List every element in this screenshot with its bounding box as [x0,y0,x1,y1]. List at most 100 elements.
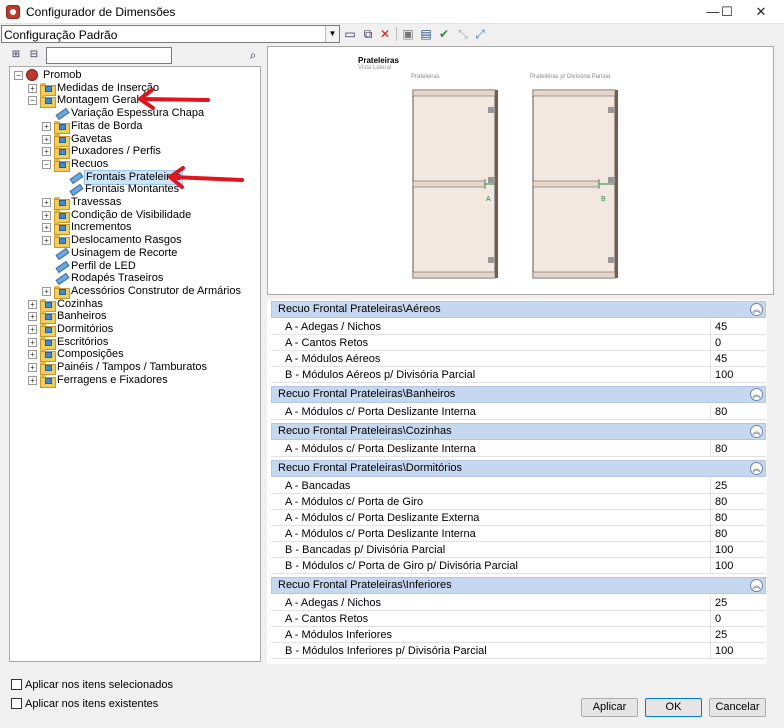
expand-node-icon[interactable]: + [42,121,51,131]
expand-node-icon[interactable]: + [28,83,37,93]
tree-node[interactable]: Rodapés Traseiros [10,272,260,285]
property-value[interactable]: 100 [715,558,733,574]
expand-node-icon[interactable]: + [42,223,51,233]
property-row[interactable]: B - Módulos Aéreos p/ Divisória Parcial 1… [271,367,766,383]
expand-node-icon[interactable]: + [28,299,37,309]
collapse-group-icon[interactable]: ︽ [750,462,763,475]
collapse-all-icon[interactable]: ⤡ [456,27,470,41]
property-group-header[interactable]: Recuo Frontal Prateleiras\Dormitórios ︽ [271,460,766,477]
property-row[interactable]: B - Módulos Inferiores p/ Divisória Parc… [271,643,766,659]
tree-node[interactable]: + Gavetas [10,133,260,147]
property-row[interactable]: A - Módulos Inferiores 25 [271,627,766,643]
expand-node-icon[interactable]: + [42,198,51,207]
checkbox-box[interactable] [11,679,22,690]
tree-node[interactable]: + Deslocamento Rasgos [10,234,260,249]
property-group-header[interactable]: Recuo Frontal Prateleiras\Banheiros ︽ [271,386,766,403]
property-row[interactable]: A - Bancadas 25 [271,478,766,494]
collapse-group-icon[interactable]: ︽ [750,425,763,438]
property-value[interactable]: 100 [715,542,733,558]
property-row[interactable]: A - Módulos c/ Porta Deslizante Interna 8… [271,526,766,542]
tree-node[interactable]: + Ferragens e Fixadores [10,374,260,388]
property-value[interactable]: 25 [715,478,727,494]
checkbox-box[interactable] [11,698,22,709]
property-value[interactable]: 0 [715,335,721,351]
property-value[interactable]: 45 [715,351,727,367]
property-value[interactable]: 80 [715,494,727,510]
tree-node[interactable]: + Dormitórios [10,323,260,337]
collapse-group-icon[interactable]: ︽ [750,303,763,316]
property-value[interactable]: 80 [715,441,727,457]
expand-node-icon[interactable]: + [28,363,37,373]
property-value[interactable]: 100 [715,367,733,383]
tree-node[interactable]: + Incrementos [10,221,260,236]
property-value[interactable]: 80 [715,526,727,542]
tree-node[interactable]: − Promob [10,69,260,82]
property-row[interactable]: A - Adegas / Nichos 45 [271,319,766,335]
property-row[interactable]: B - Bancadas p/ Divisória Parcial 100 [271,542,766,558]
config-combobox[interactable]: Configuração Padrão ▼ [1,25,340,43]
property-row[interactable]: A - Módulos c/ Porta de Giro 80 [271,494,766,510]
property-value[interactable]: 80 [715,404,727,420]
collapse-group-icon[interactable]: ︽ [750,579,763,592]
ok-button[interactable]: OK [645,698,702,717]
binoculars-icon[interactable]: ⌕ [246,48,260,62]
property-value[interactable]: 80 [715,510,727,526]
collapse-node-icon[interactable]: − [14,71,23,80]
property-row[interactable]: A - Módulos c/ Porta Deslizante Interna 8… [271,404,766,420]
property-row[interactable]: A - Módulos Aéreos 45 [271,351,766,367]
collapse-group-icon[interactable]: ︽ [750,388,763,401]
apply-selected-checkbox[interactable]: Aplicar nos itens selecionados [11,678,211,692]
expand-node-icon[interactable]: + [28,325,37,334]
property-value[interactable]: 45 [715,319,727,335]
property-group-header[interactable]: Recuo Frontal Prateleiras\Cozinhas ︽ [271,423,766,440]
property-value[interactable]: 25 [715,595,727,611]
property-value[interactable]: 100 [715,643,733,659]
property-row[interactable]: A - Módulos c/ Porta Deslizante Interna 8… [271,441,766,457]
tree-node[interactable]: + Fitas de Borda [10,120,260,134]
expand-node-icon[interactable]: + [42,147,51,157]
apply-existing-checkbox[interactable]: Aplicar nos itens existentes [11,697,211,711]
expand-node-icon[interactable]: + [28,312,37,322]
expand-node-icon[interactable]: + [42,210,51,220]
delete-icon[interactable]: ✕ [378,27,392,41]
collapse-node-icon[interactable]: − [28,96,37,106]
property-value[interactable]: 25 [715,627,727,643]
collapse-node-icon[interactable]: − [42,159,51,169]
tree-node[interactable]: + Cozinhas [10,298,260,312]
save-icon[interactable]: ▣ [401,27,415,41]
property-value[interactable]: 0 [715,611,721,627]
tree-node[interactable]: + Banheiros [10,310,260,325]
property-row[interactable]: B - Módulos c/ Porta de Giro p/ Divisóri… [271,558,766,574]
property-row[interactable]: A - Módulos c/ Porta Deslizante Externa 8… [271,510,766,526]
expand-node-icon[interactable]: + [28,337,37,347]
tree-view[interactable]: − Promob + Medidas de Inserção − Montagem Ger… [9,66,261,662]
tree-node[interactable]: + Condição de Visibilidade [10,209,260,223]
copy-config-icon[interactable]: ⧉ [361,27,375,41]
property-row[interactable]: A - Cantos Retos 0 [271,335,766,351]
property-row[interactable]: A - Cantos Retos 0 [271,611,766,627]
rename-icon[interactable]: ▭ [343,27,357,41]
apply-check-icon[interactable]: ✔ [437,27,451,41]
expand-node-icon[interactable]: + [42,236,51,246]
tree-node[interactable]: + Travessas [10,196,260,210]
close-button[interactable]: ✕ [738,0,784,24]
save-as-icon[interactable]: ▤ [419,27,433,41]
cancel-button[interactable]: Cancelar [709,698,766,717]
chevron-down-icon[interactable]: ▼ [325,26,339,42]
collapse-tree-icon[interactable]: ⊟ [27,48,41,62]
tree-node[interactable]: Usinagem de Recorte [10,247,260,260]
expand-node-icon[interactable]: + [42,286,51,296]
expand-node-icon[interactable]: + [28,350,37,360]
tree-node[interactable]: + Escritórios [10,336,260,350]
tree-node[interactable]: Perfil de LED [10,260,260,273]
property-group-header[interactable]: Recuo Frontal Prateleiras\Aéreos ︽ [271,301,766,318]
expand-all-icon[interactable]: ⤢ [473,27,487,41]
expand-node-icon[interactable]: + [42,134,51,144]
expand-tree-icon[interactable]: ⊞ [9,48,23,62]
tree-node[interactable]: + Composições [10,348,260,363]
tree-node[interactable]: + Painéis / Tampos / Tamburatos [10,361,260,376]
property-group-header[interactable]: Recuo Frontal Prateleiras\Inferiores ︽ [271,577,766,594]
tree-search-input[interactable] [46,47,172,64]
apply-button[interactable]: Aplicar [581,698,638,717]
tree-node[interactable]: + Puxadores / Perfis [10,145,260,160]
